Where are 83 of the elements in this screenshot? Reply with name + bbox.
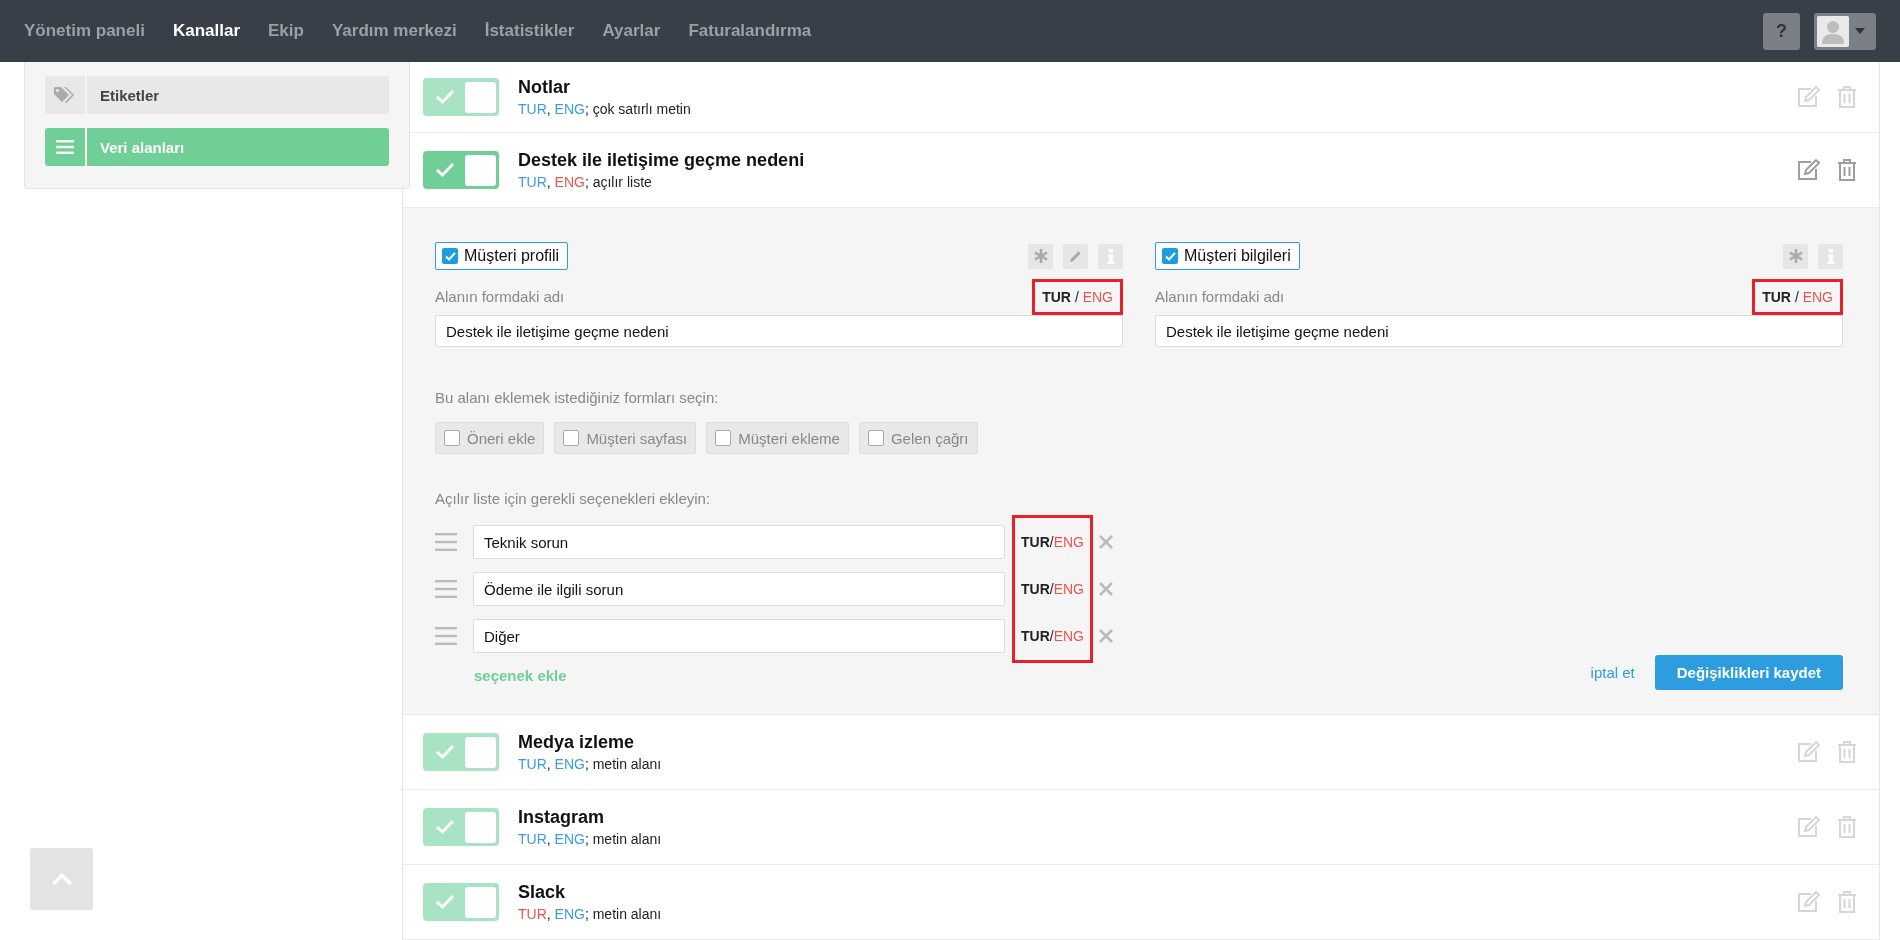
nav-link[interactable]: Yardım merkezi <box>331 21 457 41</box>
trash-icon[interactable] <box>1837 740 1857 764</box>
form-checkbox[interactable]: Müşteri sayfası <box>554 422 697 454</box>
trash-icon[interactable] <box>1837 890 1857 914</box>
section-label: Bu alanı eklemek istediğiniz formları seçin: <box>435 389 720 406</box>
nav-link[interactable]: Yönetim paneli <box>24 21 145 41</box>
avatar-icon <box>1817 15 1849 47</box>
caret-icon <box>1855 28 1865 34</box>
edit-icon[interactable] <box>1797 159 1821 181</box>
trash-icon[interactable] <box>1837 815 1857 839</box>
pencil-button[interactable] <box>1063 243 1088 269</box>
field-title: Notlar <box>518 77 571 98</box>
nav-link[interactable]: Faturalandırma <box>688 21 812 41</box>
option-input[interactable]: Teknik sorun <box>473 525 1005 559</box>
check-icon <box>1164 251 1176 261</box>
asterisk-button[interactable] <box>1028 243 1053 269</box>
asterisk-icon <box>1033 249 1048 263</box>
language-switch[interactable]: TUR/ENG <box>1019 572 1086 606</box>
language-switch[interactable]: TUR/ENG <box>1019 525 1086 559</box>
checkbox[interactable]: Müşteri bilgileri <box>1155 242 1300 270</box>
menu-icon <box>56 140 74 154</box>
field-description: TUR, ENG; metin alanı <box>518 906 663 922</box>
form-checkbox[interactable]: Gelen çağrı <box>858 422 978 454</box>
field-description: TUR, ENG; metin alanı <box>518 831 663 847</box>
check-icon <box>435 744 455 760</box>
info-button[interactable] <box>1818 243 1843 269</box>
toggle-switch[interactable] <box>423 78 499 116</box>
field-title: Slack <box>518 882 567 903</box>
field-title: Instagram <box>518 807 606 828</box>
info-icon <box>1826 248 1835 264</box>
field-description: TUR, ENG; çok satırlı metin <box>518 101 692 117</box>
edit-icon[interactable] <box>1797 86 1821 108</box>
option-input[interactable]: Diğer <box>473 619 1005 653</box>
edit-icon[interactable] <box>1797 891 1821 913</box>
field-label: Alanın formdaki adı <box>435 288 565 305</box>
user-menu-button[interactable] <box>1814 12 1876 50</box>
input-field[interactable]: Destek ile iletişime geçme nedeni <box>435 315 1123 347</box>
option-input[interactable]: Ödeme ile ilgili sorun <box>473 572 1005 606</box>
edit-icon[interactable] <box>1797 741 1821 763</box>
field-title: Destek ile iletişime geçme nedeni <box>518 150 806 171</box>
checkbox[interactable]: Müşteri profili <box>435 242 569 270</box>
check-icon <box>444 251 456 261</box>
field-description: TUR, ENG; açılır liste <box>518 174 653 190</box>
toggle-switch[interactable] <box>423 883 499 921</box>
info-icon <box>1106 248 1115 264</box>
pencil-icon <box>1069 249 1082 263</box>
sidebar-item[interactable]: Etiketler <box>45 76 389 114</box>
section-label: Açılır liste için gerekli seçenekleri ekleyin: <box>435 490 712 507</box>
cancel-link[interactable]: iptal et <box>1590 664 1635 681</box>
tag-icon <box>53 86 77 104</box>
nav-link[interactable]: Ekip <box>268 21 304 41</box>
language-switch[interactable]: TUR / ENG <box>1032 278 1123 315</box>
form-checkbox[interactable]: Öneri ekle <box>435 422 545 454</box>
drag-handle-icon[interactable] <box>435 533 457 551</box>
input-field[interactable]: Destek ile iletişime geçme nedeni <box>1155 315 1843 347</box>
save-button[interactable]: Değişiklikleri kaydet <box>1654 655 1843 690</box>
scroll-to-top-button[interactable] <box>30 848 93 910</box>
asterisk-icon <box>1788 249 1803 263</box>
toggle-switch[interactable] <box>423 733 499 771</box>
nav-link[interactable]: Kanallar <box>172 21 240 41</box>
drag-handle-icon[interactable] <box>435 627 457 645</box>
nav-link[interactable]: İstatistikler <box>484 21 575 41</box>
trash-icon[interactable] <box>1837 85 1857 109</box>
nav-link[interactable]: Ayarlar <box>602 21 661 41</box>
check-icon <box>435 162 455 178</box>
toggle-switch[interactable] <box>423 151 499 189</box>
help-button[interactable]: ? <box>1763 12 1800 50</box>
info-button[interactable] <box>1098 243 1123 269</box>
check-icon <box>435 894 455 910</box>
asterisk-button[interactable] <box>1783 243 1808 269</box>
edit-icon[interactable] <box>1797 816 1821 838</box>
check-icon <box>435 819 455 835</box>
field-description: TUR, ENG; metin alanı <box>518 756 663 772</box>
language-switch[interactable]: TUR / ENG <box>1752 278 1843 315</box>
field-title: Medya izleme <box>518 732 636 753</box>
drag-handle-icon[interactable] <box>435 580 457 598</box>
field-label: Alanın formdaki adı <box>1155 288 1285 305</box>
language-switch[interactable]: TUR/ENG <box>1019 619 1086 653</box>
check-icon <box>435 89 455 105</box>
toggle-switch[interactable] <box>423 808 499 846</box>
trash-icon[interactable] <box>1837 158 1857 182</box>
chevron-up-icon <box>50 872 73 886</box>
form-checkbox[interactable]: Müşteri ekleme <box>706 422 849 454</box>
